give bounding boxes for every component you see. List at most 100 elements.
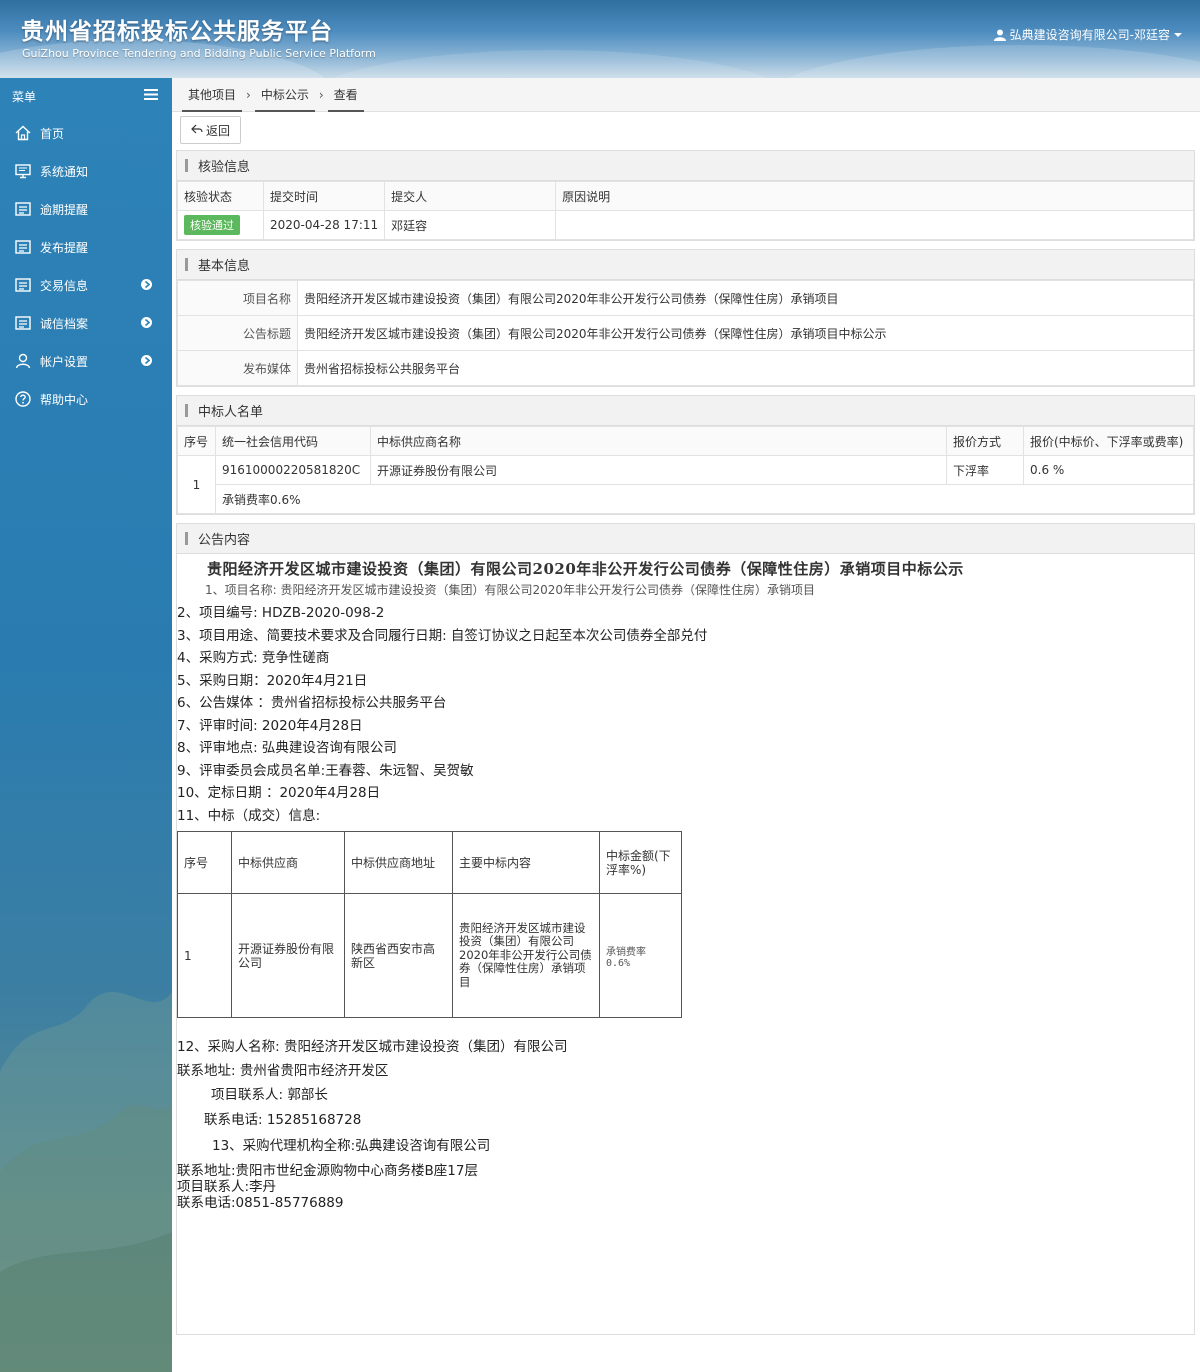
quote-note: 承销费率0.6%: [215, 484, 1194, 514]
hamburger-icon[interactable]: [144, 89, 158, 103]
breadcrumb-award-notice[interactable]: 中标公示: [254, 78, 315, 112]
notice-panel: 公告内容 贵阳经济开发区城市建设投资（集团）有限公司2020年非公开发行公司债券…: [176, 523, 1195, 1335]
help-icon: [14, 390, 32, 408]
column-header: 中标供应商地址: [344, 831, 453, 894]
breadcrumb-other-projects[interactable]: 其他项目: [182, 78, 243, 112]
notice-item: 项目联系人: 郭部长: [211, 1087, 328, 1103]
sidebar-header: 菜单: [0, 78, 172, 114]
project-name: 贵阳经济开发区城市建设投资（集团）有限公司2020年非公开发行公司债券（保障性住…: [297, 280, 1194, 316]
column-header: 中标金额(下浮率%): [599, 831, 682, 894]
monitor-icon: [14, 162, 32, 180]
panel-title: 核验信息: [198, 160, 251, 175]
award-table: 序号 中标供应商 中标供应商地址 主要中标内容 中标金额(下浮率%) 1 开源证…: [177, 831, 682, 1018]
sidebar-item-account-settings[interactable]: 帐户设置: [0, 342, 172, 380]
sidebar-item-label: 交易信息: [40, 278, 89, 293]
status-badge: 核验通过: [184, 215, 240, 235]
sidebar-item-label: 帮助中心: [40, 392, 89, 407]
user-menu[interactable]: 弘典建设咨询有限公司-邓廷容: [993, 26, 1182, 43]
submit-time: 2020-04-28 17:11: [262, 210, 386, 240]
table-row: 1 开源证券股份有限公司 陕西省西安市高新区 贵阳经济开发区城市建设投资（集团）…: [177, 893, 682, 1018]
table-row: 发布媒体 贵州省招标投标公共服务平台: [177, 350, 1194, 386]
notice-item: 4、采购方式: 竞争性磋商: [177, 650, 330, 666]
credit-code: 91610000220581820C: [215, 455, 371, 485]
table-row: 承销费率0.6%: [178, 484, 1194, 514]
sidebar-item-label: 首页: [40, 126, 65, 141]
top-header: 贵州省招标投标公共服务平台 GuiZhou Province Tendering…: [0, 0, 1200, 78]
notice-item: 11、中标（成交）信息:: [177, 807, 321, 824]
award-amount-label: 承销费率: [606, 946, 646, 958]
sidebar-item-trade-info[interactable]: 交易信息: [0, 266, 172, 304]
panel-header: 公告内容: [177, 524, 1194, 554]
sidebar-item-label: 发布提醒: [40, 240, 89, 255]
notice-item: 联系地址: 贵州省贵阳市经济开发区: [177, 1062, 389, 1079]
award-amount-value: 0.6%: [606, 957, 631, 969]
site-subtitle: GuiZhou Province Tendering and Bidding P…: [22, 47, 376, 60]
sidebar-item-label: 逾期提醒: [40, 202, 89, 217]
award-row-number: 1: [177, 893, 232, 1018]
list-icon: [14, 238, 32, 256]
sidebar-item-publish-reminder[interactable]: 发布提醒: [0, 228, 172, 266]
notice-title: 贵阳经济开发区城市建设投资（集团）有限公司2020年非公开发行公司债券（保障性住…: [297, 315, 1194, 351]
panel-header: 中标人名单: [177, 396, 1194, 426]
back-label: 返回: [206, 123, 231, 138]
field-label: 项目名称: [177, 280, 298, 316]
column-header: 序号: [177, 426, 216, 456]
basic-info-table: 项目名称 贵阳经济开发区城市建设投资（集团）有限公司2020年非公开发行公司债券…: [177, 280, 1194, 386]
table-header-row: 序号 统一社会信用代码 中标供应商名称 报价方式 报价(中标价、下浮率或费率): [177, 426, 1194, 456]
award-content: 贵阳经济开发区城市建设投资（集团）有限公司2020年非公开发行公司债券（保障性住…: [452, 893, 600, 1018]
field-label: 公告标题: [177, 315, 298, 351]
winners-table: 序号 统一社会信用代码 中标供应商名称 报价方式 报价(中标价、下浮率或费率) …: [177, 426, 1194, 514]
chevron-right-icon: [141, 355, 152, 366]
sidebar: 菜单 首页 系统通知 逾期提醒 发布提醒 交易信息 诚信档案 帐户设置 帮助中心: [0, 78, 172, 1372]
notice-item: 8、评审地点: 弘典建设咨询有限公司: [177, 740, 397, 756]
notice-item: 联系电话:0851-85776889: [177, 1194, 344, 1211]
notice-item: 3、项目用途、简要技术要求及合同履行日期: 自签订协议之日起至本次公司债券全部兑…: [177, 627, 708, 644]
verify-panel: 核验信息 核验状态 提交时间 提交人 原因说明 核验通过 2020-04-28 …: [176, 150, 1195, 241]
table-row: 核验通过 2020-04-28 17:11 邓廷容: [177, 210, 1194, 240]
notice-item: 6、公告媒体 ：贵州省招标投标公共服务平台: [177, 695, 447, 711]
panel-title: 基本信息: [198, 259, 251, 274]
panel-title: 中标人名单: [198, 405, 264, 420]
caret-down-icon: [1174, 31, 1182, 39]
column-header: 核验状态: [177, 181, 264, 211]
back-button[interactable]: 返回: [180, 116, 242, 144]
notice-item: 联系电话: 15285168728: [204, 1111, 362, 1128]
table-row: 公告标题 贵阳经济开发区城市建设投资（集团）有限公司2020年非公开发行公司债券…: [177, 315, 1194, 351]
site-title: 贵州省招标投标公共服务平台: [21, 19, 333, 45]
toolbar: 返回: [172, 112, 1200, 148]
main-content: 其他项目 › 中标公示 › 查看 返回 核验信息 核验状态 提交时间 提交人 原…: [172, 78, 1200, 1372]
quote-method: 下浮率: [946, 455, 1024, 485]
publish-media: 贵州省招标投标公共服务平台: [297, 350, 1194, 386]
sidebar-item-help[interactable]: 帮助中心: [0, 380, 172, 418]
breadcrumb-separator: ›: [246, 87, 251, 102]
sidebar-item-label: 帐户设置: [40, 354, 89, 369]
column-header: 报价方式: [946, 426, 1024, 456]
sidebar-item-label: 系统通知: [40, 164, 89, 179]
supplier-name: 开源证券股份有限公司: [370, 455, 947, 485]
sidebar-item-credit-archive[interactable]: 诚信档案: [0, 304, 172, 342]
chevron-right-icon: [141, 279, 152, 290]
quote-value: 0.6 %: [1023, 455, 1194, 485]
table-header-row: 核验状态 提交时间 提交人 原因说明: [177, 181, 1194, 211]
notice-heading: 贵阳经济开发区城市建设投资（集团）有限公司2020年非公开发行公司债券（保障性住…: [207, 560, 964, 578]
panel-header: 核验信息: [177, 151, 1194, 181]
sidebar-item-home[interactable]: 首页: [0, 114, 172, 152]
notice-item: 9、评审委员会成员名单:王春蓉、朱远智、吴贺敏: [177, 762, 474, 779]
award-supplier: 开源证券股份有限公司: [231, 893, 345, 1018]
field-label: 发布媒体: [177, 350, 298, 386]
column-header: 提交人: [384, 181, 557, 211]
award-amount: 承销费率 0.6%: [599, 893, 682, 1018]
table-row: 项目名称 贵阳经济开发区城市建设投资（集团）有限公司2020年非公开发行公司债券…: [177, 280, 1194, 316]
list-icon: [14, 276, 32, 294]
chevron-right-icon: [141, 317, 152, 328]
winners-panel: 中标人名单 序号 统一社会信用代码 中标供应商名称 报价方式 报价(中标价、下浮…: [176, 395, 1195, 515]
notice-item: 10、定标日期 ：2020年4月28日: [177, 785, 381, 801]
sidebar-item-notifications[interactable]: 系统通知: [0, 152, 172, 190]
notice-item: 5、采购日期：2020年4月21日: [177, 672, 368, 689]
sidebar-item-overdue[interactable]: 逾期提醒: [0, 190, 172, 228]
column-header: 统一社会信用代码: [215, 426, 371, 456]
sidebar-title: 菜单: [12, 89, 37, 104]
column-header: 原因说明: [555, 181, 1194, 211]
column-header: 主要中标内容: [452, 831, 600, 894]
panel-title: 公告内容: [198, 533, 251, 548]
